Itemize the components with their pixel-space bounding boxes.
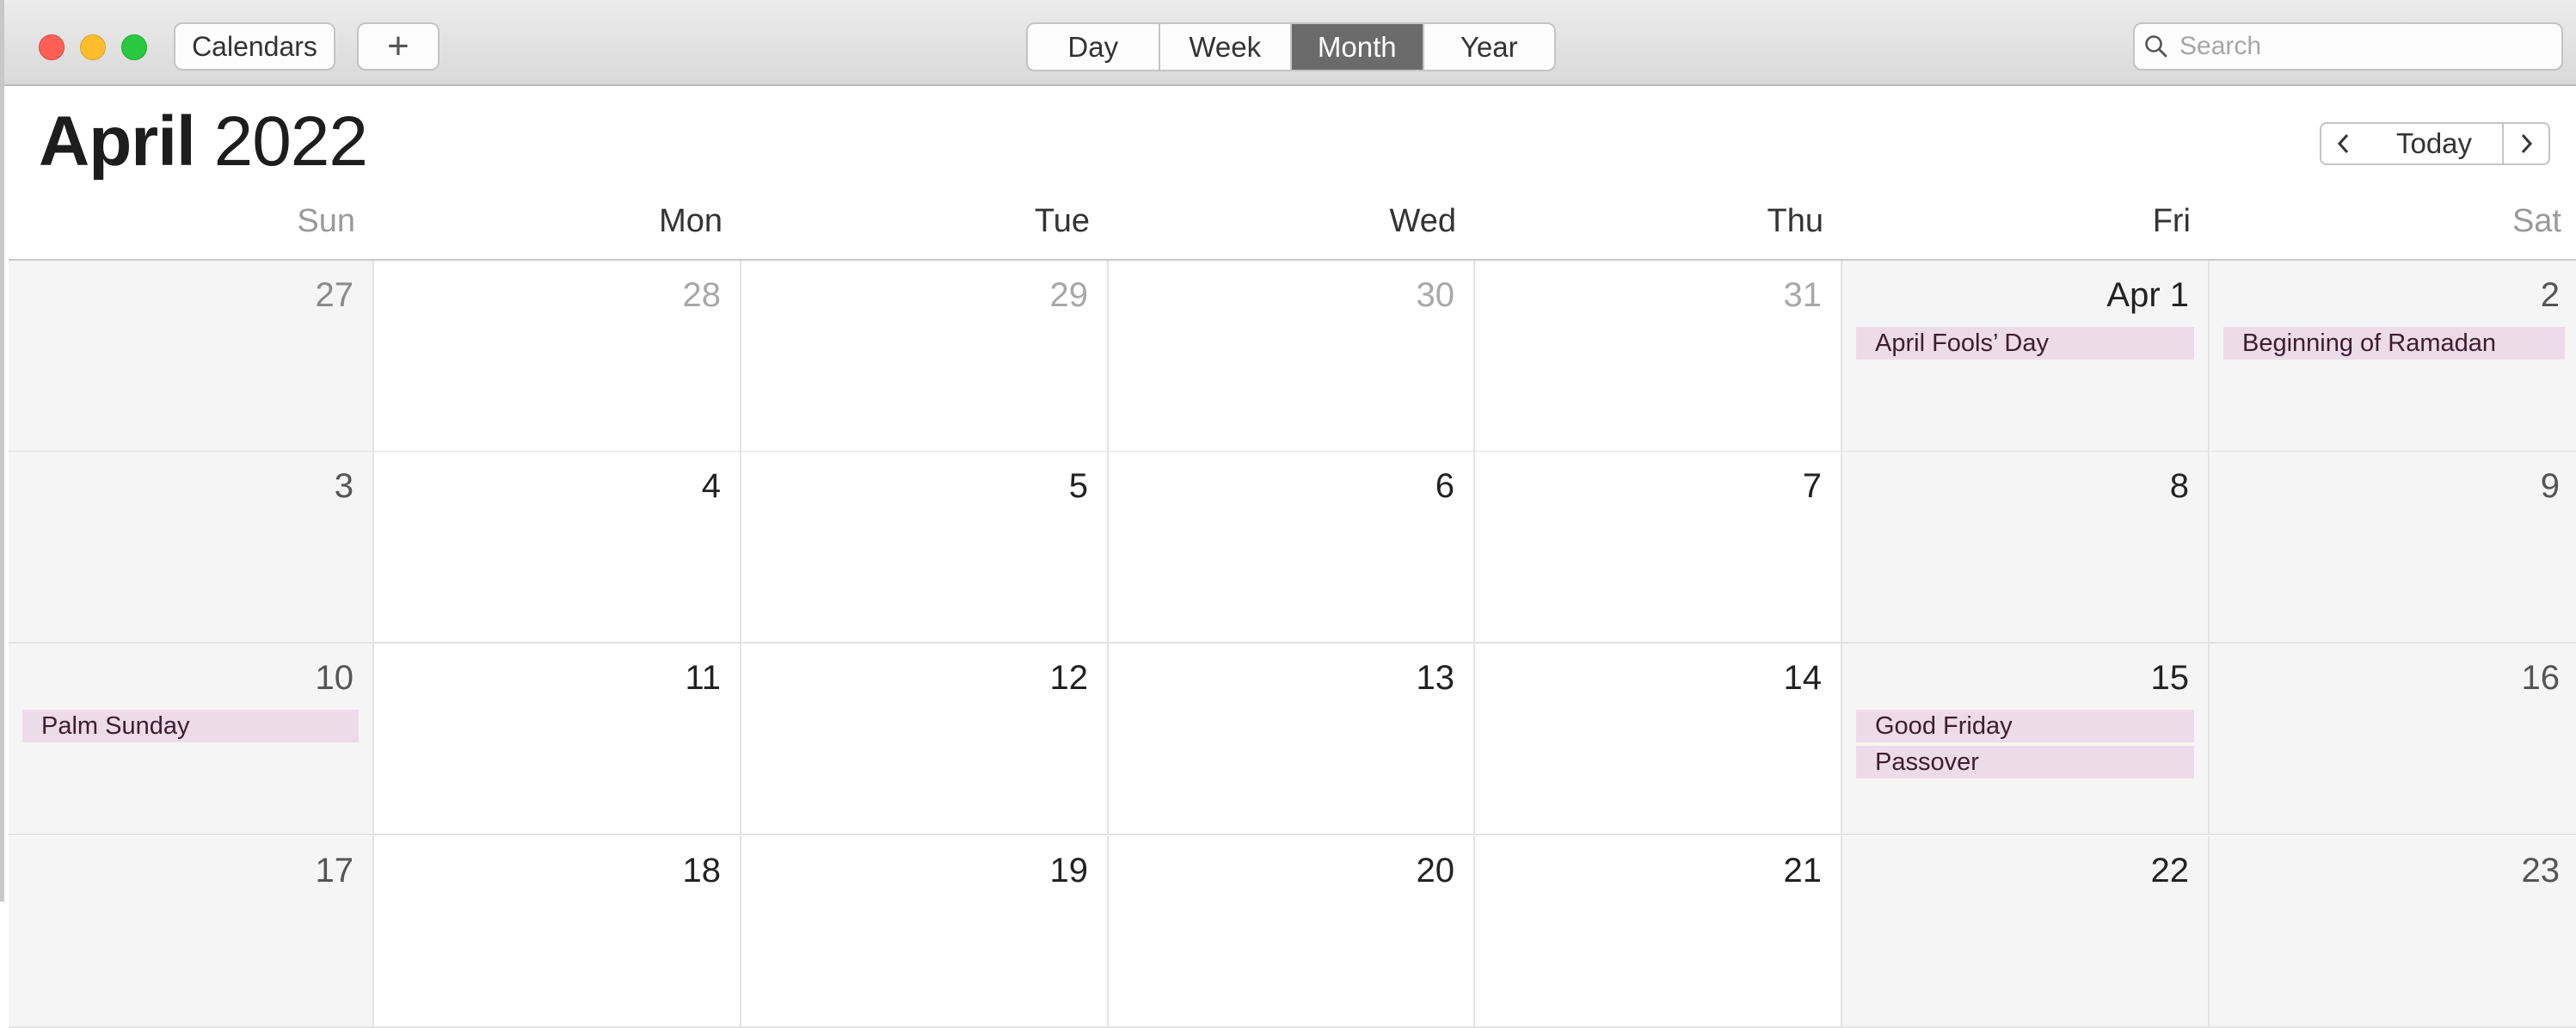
close-window-button[interactable] <box>39 34 65 60</box>
today-button[interactable]: Today <box>2366 122 2502 165</box>
day-cell[interactable]: 9 <box>2210 452 2576 643</box>
previous-month-button[interactable] <box>2320 122 2368 165</box>
day-cell[interactable]: 12 <box>741 643 1109 835</box>
day-cell[interactable]: 5 <box>741 452 1109 643</box>
day-number: 17 <box>315 852 354 889</box>
weekday-label-thu: Thu <box>1767 203 1823 239</box>
day-cell[interactable]: 21 <box>1475 836 1842 1028</box>
event-chip[interactable]: Good Friday <box>1856 710 2194 742</box>
day-cell[interactable]: 30 <box>1109 261 1475 452</box>
view-year-tab[interactable]: Year <box>1424 24 1555 70</box>
day-cell[interactable]: 13 <box>1109 643 1475 835</box>
weekday-label-sat: Sat <box>2511 203 2561 239</box>
day-number: 2 <box>2540 276 2560 314</box>
day-number: 4 <box>701 467 721 505</box>
day-number: 3 <box>334 467 354 505</box>
day-number: 31 <box>1783 276 1823 314</box>
view-month-tab[interactable]: Month <box>1292 24 1424 70</box>
day-cell[interactable]: 8 <box>1842 452 2210 643</box>
day-number: 11 <box>685 659 721 697</box>
day-cell[interactable]: 20 <box>1109 836 1475 1028</box>
view-switcher: Day Week Month Year <box>1026 22 1556 71</box>
day-cell[interactable]: 29 <box>741 261 1109 452</box>
day-number: 12 <box>1049 659 1089 697</box>
year-label: 2022 <box>213 102 368 181</box>
view-week-tab[interactable]: Week <box>1160 24 1292 70</box>
day-cell[interactable]: 3 <box>9 452 374 643</box>
day-cell[interactable]: 18 <box>374 836 741 1028</box>
day-cell[interactable]: 4 <box>374 452 741 643</box>
day-number: 20 <box>1416 852 1455 889</box>
weekday-label-wed: Wed <box>1389 203 1456 239</box>
day-cell[interactable]: 19 <box>741 836 1109 1028</box>
day-number: 18 <box>682 852 722 889</box>
day-number: 28 <box>682 276 722 314</box>
toolbar: Calendars + Day Week Month Year <box>4 0 2576 86</box>
day-cell[interactable]: 15 Good Friday Passover <box>1842 643 2210 835</box>
day-number: 19 <box>1049 852 1089 889</box>
day-cell[interactable]: 6 <box>1109 452 1475 643</box>
day-cell[interactable]: 17 <box>9 836 374 1028</box>
day-cell[interactable]: 16 <box>2210 643 2576 835</box>
day-number: 15 <box>2150 659 2190 697</box>
day-number: 7 <box>1802 467 1822 505</box>
weekday-label-mon: Mon <box>659 203 722 239</box>
event-chip[interactable]: April Fools’ Day <box>1856 327 2194 360</box>
day-number: 14 <box>1783 659 1823 697</box>
event-chip[interactable]: Palm Sunday <box>22 710 359 742</box>
weekday-label-sun: Sun <box>297 203 355 239</box>
day-cell[interactable]: 7 <box>1475 452 1842 643</box>
add-event-button[interactable]: + <box>357 22 440 71</box>
day-cell[interactable]: 22 <box>1842 836 2210 1028</box>
search-input[interactable] <box>2178 31 2542 62</box>
event-chip[interactable]: Beginning of Ramadan <box>2223 327 2565 360</box>
month-name: April <box>39 102 196 181</box>
zoom-window-button[interactable] <box>121 34 147 60</box>
day-number: 22 <box>2150 852 2190 889</box>
search-icon <box>2135 34 2178 59</box>
day-cell[interactable]: 28 <box>374 261 741 452</box>
day-number: Apr 1 <box>2106 276 2189 314</box>
day-number: 27 <box>315 276 354 314</box>
day-cell[interactable]: Apr 1 April Fools’ Day <box>1842 261 2210 452</box>
minimize-window-button[interactable] <box>80 34 106 60</box>
day-cell[interactable]: 11 <box>374 643 741 835</box>
day-number: 16 <box>2521 659 2561 697</box>
day-cell[interactable]: 10 Palm Sunday <box>9 643 374 835</box>
day-number: 5 <box>1068 467 1088 505</box>
weekday-label-fri: Fri <box>2152 203 2191 239</box>
day-number: 30 <box>1416 276 1455 314</box>
day-number: 29 <box>1049 276 1089 314</box>
day-number: 21 <box>1783 852 1823 889</box>
day-cell[interactable]: 23 <box>2210 836 2576 1028</box>
next-month-button[interactable] <box>2502 122 2550 165</box>
day-cell[interactable]: 27 <box>9 261 374 452</box>
weekday-label-tue: Tue <box>1034 203 1090 239</box>
month-title: April 2022 <box>39 102 368 182</box>
day-number: 10 <box>315 659 354 697</box>
day-number: 23 <box>2521 852 2561 889</box>
calendars-button[interactable]: Calendars <box>174 22 335 71</box>
calendar-window: Calendars + Day Week Month Year April 20… <box>0 0 2576 1028</box>
event-chip[interactable]: Passover <box>1856 746 2194 779</box>
day-number: 13 <box>1416 659 1455 697</box>
search-field[interactable] <box>2133 22 2563 71</box>
chevron-right-icon <box>2521 133 2533 154</box>
day-number: 8 <box>2169 467 2189 505</box>
view-day-tab[interactable]: Day <box>1028 24 1160 70</box>
day-cell[interactable]: 14 <box>1475 643 1842 835</box>
chevron-left-icon <box>2337 133 2349 154</box>
day-cell[interactable]: 2 Beginning of Ramadan <box>2210 261 2576 452</box>
day-cell[interactable]: 31 <box>1475 261 1842 452</box>
day-number: 6 <box>1435 467 1454 505</box>
day-number: 9 <box>2540 467 2560 505</box>
